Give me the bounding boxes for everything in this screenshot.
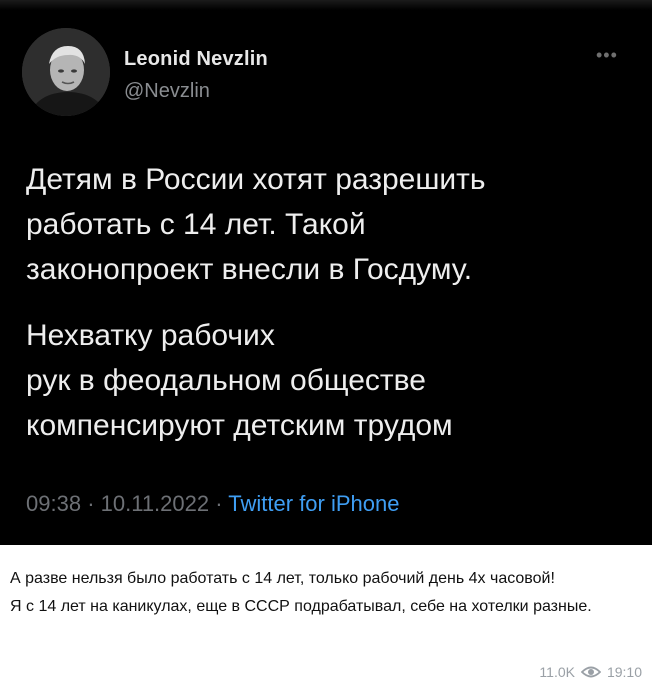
tweet-text-paragraph-1: Детям в России хотят разрешить работать … <box>26 163 486 286</box>
post-footer: 11.0K 19:10 <box>539 664 642 680</box>
meta-separator: · <box>215 491 229 516</box>
tweet-source-link[interactable]: Twitter for iPhone <box>228 491 399 516</box>
view-count: 11.0K <box>539 664 575 680</box>
avatar-photo-icon <box>22 28 110 116</box>
caption-line-1: А разве нельзя было работать с 14 лет, т… <box>10 570 555 587</box>
author-handle[interactable]: @Nevzlin <box>124 80 210 103</box>
avatar[interactable] <box>22 28 110 116</box>
tweet-meta: 09:38 · 10.11.2022 · Twitter for iPhone <box>26 491 399 517</box>
tweet-date: 10.11.2022 <box>100 491 210 516</box>
caption-line-2: Я с 14 лет на каникулах, еще в СССР подр… <box>10 598 592 615</box>
author-name[interactable]: Leonid Nevzlin <box>124 48 268 71</box>
post-time: 19:10 <box>606 664 642 680</box>
eye-icon <box>580 666 601 678</box>
tweet-time: 09:38 <box>26 491 82 516</box>
more-dots-icon[interactable]: ••• <box>596 46 618 64</box>
tweet-text-paragraph-2: Нехватку рабочих рук в феодальном общест… <box>26 319 453 442</box>
post-caption: А разве нельзя было работать с 14 лет, т… <box>10 565 640 621</box>
meta-separator: · <box>87 491 101 516</box>
tweet-screenshot: Leonid Nevzlin @Nevzlin ••• Детям в Росс… <box>0 0 652 545</box>
